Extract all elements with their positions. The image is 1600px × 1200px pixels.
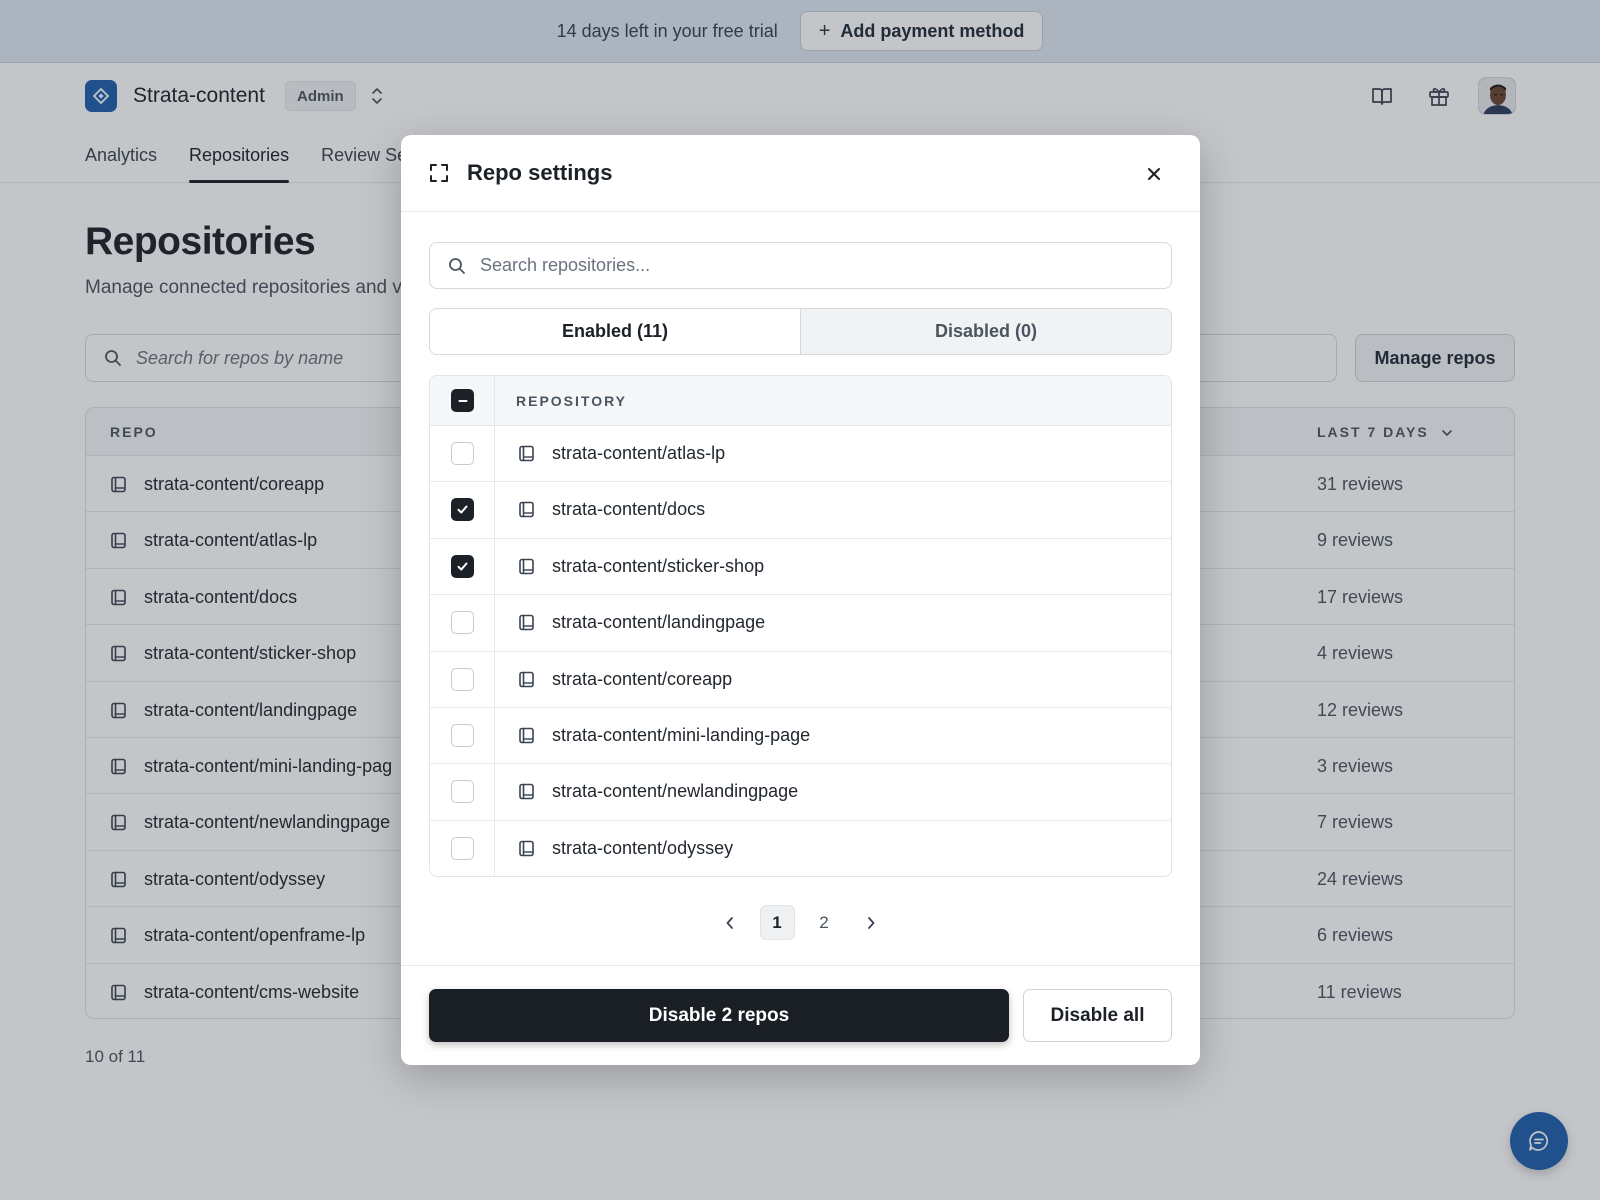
repo-checkbox[interactable] — [451, 667, 474, 691]
list-item[interactable]: strata-content/atlas-lp — [430, 426, 1171, 483]
column-divider — [494, 595, 495, 651]
modal-search-input[interactable] — [480, 255, 1120, 276]
chevron-right-icon — [868, 916, 875, 929]
repo-icon — [518, 840, 535, 862]
modal-table-header: REPOSITORY — [430, 376, 1171, 426]
list-item[interactable]: strata-content/odyssey — [430, 820, 1171, 876]
column-divider — [494, 764, 495, 820]
column-divider — [494, 426, 495, 482]
next-page-button[interactable] — [854, 905, 889, 940]
repo-icon — [518, 671, 535, 693]
column-header-repository: REPOSITORY — [516, 393, 628, 409]
close-icon[interactable] — [1143, 163, 1165, 185]
list-item[interactable]: strata-content/docs — [430, 482, 1171, 539]
column-divider — [494, 538, 495, 595]
column-divider — [494, 651, 495, 707]
repo-icon — [518, 727, 535, 749]
prev-page-button[interactable] — [713, 905, 748, 940]
repo-name: strata-content/atlas-lp — [552, 443, 726, 463]
repo-icon — [518, 783, 535, 805]
repo-icon — [518, 614, 535, 636]
modal-repo-table: REPOSITORY strata-content/atlas-lp strata… — [429, 375, 1172, 877]
repo-checkbox[interactable] — [451, 498, 474, 522]
list-item[interactable]: strata-content/landingpage — [430, 595, 1171, 652]
search-icon — [449, 257, 465, 274]
modal-header: Repo settings — [401, 135, 1200, 212]
repo-name: strata-content/mini-landing-page — [552, 724, 811, 745]
repo-checkbox[interactable] — [451, 836, 474, 860]
repo-checkbox[interactable] — [451, 554, 474, 578]
tab-disabled[interactable]: Disabled (0) — [801, 309, 1171, 354]
minus-icon — [458, 399, 467, 402]
repo-icon — [518, 558, 535, 580]
enabled-disabled-toggle: Enabled (11) Disabled (0) — [429, 308, 1172, 355]
repo-name: strata-content/docs — [552, 499, 706, 520]
repo-name: strata-content/odyssey — [552, 837, 734, 858]
tab-enabled[interactable]: Enabled (11) — [430, 309, 801, 354]
repo-icon — [518, 501, 535, 523]
modal-footer: Disable 2 repos Disable all — [401, 965, 1200, 1065]
repo-checkbox[interactable] — [451, 723, 474, 747]
list-item[interactable]: strata-content/mini-landing-page — [430, 707, 1171, 765]
page-2-button[interactable]: 2 — [807, 905, 842, 940]
repo-checkbox[interactable] — [451, 442, 474, 465]
repo-checkbox[interactable] — [451, 611, 474, 635]
modal-search-field[interactable] — [429, 242, 1172, 289]
select-all-checkbox[interactable] — [451, 389, 474, 412]
checkmark-icon — [457, 505, 468, 514]
checkmark-icon — [457, 562, 468, 571]
pagination: 1 2 — [401, 905, 1200, 940]
column-divider — [494, 707, 495, 764]
column-divider — [494, 820, 495, 876]
list-item[interactable]: strata-content/coreapp — [430, 651, 1171, 708]
list-item[interactable]: strata-content/newlandingpage — [430, 764, 1171, 821]
modal-title: Repo settings — [467, 160, 613, 185]
disable-all-button[interactable]: Disable all — [1023, 989, 1172, 1042]
chevron-left-icon — [726, 916, 733, 929]
repo-name: strata-content/landingpage — [552, 612, 766, 633]
column-divider — [494, 482, 495, 538]
expand-icon[interactable] — [429, 163, 449, 183]
disable-selected-repos-button[interactable]: Disable 2 repos — [429, 989, 1009, 1042]
list-item[interactable]: strata-content/sticker-shop — [430, 538, 1171, 596]
repo-icon — [518, 445, 535, 467]
repo-checkbox[interactable] — [451, 780, 474, 804]
repo-name: strata-content/coreapp — [552, 668, 733, 689]
repo-name: strata-content/newlandingpage — [552, 781, 799, 802]
column-divider — [494, 376, 495, 425]
page-1-button[interactable]: 1 — [759, 905, 795, 940]
repo-name: strata-content/sticker-shop — [552, 555, 765, 576]
repo-settings-modal: Repo settings Enabled (11) Disabled (0) … — [401, 135, 1200, 1065]
